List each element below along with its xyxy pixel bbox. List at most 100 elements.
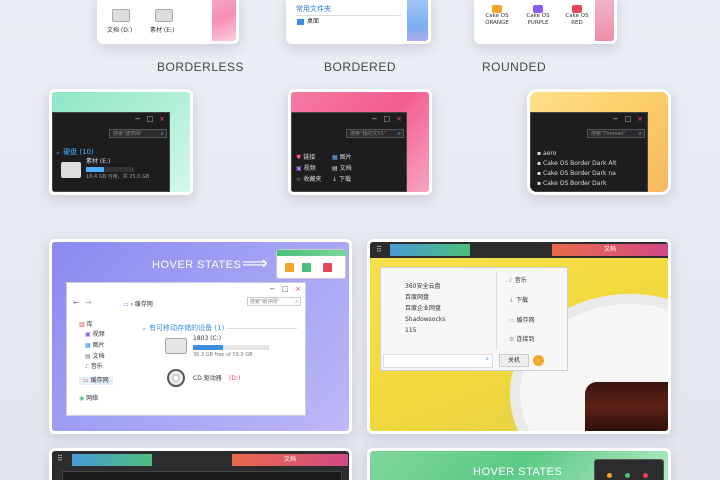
theme-badge-orange[interactable]: Cake OS ORANGE (481, 3, 513, 35)
minimize-hover-icon[interactable] (285, 263, 294, 272)
cake-slice (585, 382, 668, 431)
close-icon[interactable]: × (295, 285, 301, 293)
nav-label: 库 (86, 321, 93, 328)
drive-usage-bar (86, 167, 134, 172)
grid-icon[interactable]: ⠿ (57, 454, 63, 463)
drive-name[interactable]: CD 驱动器 (193, 375, 222, 383)
inner-window (62, 471, 342, 480)
close-icon[interactable]: × (396, 115, 402, 123)
minimize-icon[interactable]: − (135, 115, 141, 123)
close-icon[interactable]: × (637, 115, 643, 123)
minimize-icon[interactable]: − (269, 285, 275, 293)
library-icon: ▥ (79, 321, 85, 328)
file-item[interactable]: ▪ Cake OS Border Dark Alt (537, 160, 616, 168)
drive-name[interactable]: 素材 (E:) (86, 158, 110, 166)
minimize-hover-icon[interactable] (607, 473, 612, 478)
action-label: 连接到 (516, 336, 535, 343)
action-label: 缓存网 (516, 317, 535, 324)
close-hover-icon[interactable] (323, 263, 332, 272)
titlebar: − □ × (531, 113, 647, 124)
action-item[interactable]: ♪ 音乐 (509, 277, 527, 285)
panel-divider (496, 272, 497, 350)
drive-name[interactable]: 1803 (C:) (193, 335, 221, 343)
tray-list-item[interactable]: Shadowsocks (405, 316, 445, 324)
titlebar: − □ × (292, 113, 406, 124)
file-item[interactable]: ▪ Cake OS Border Dark na (537, 170, 616, 178)
shutdown-button[interactable]: 关机 (499, 354, 529, 367)
search-icon: ⌕ (160, 130, 164, 137)
search-input[interactable]: 搜索"我的文55" ⌕ (346, 129, 404, 138)
minimize-icon[interactable]: − (372, 115, 378, 123)
grid-icon[interactable]: ⠿ (376, 245, 382, 254)
nav-item[interactable]: ♥ 链接 (296, 154, 315, 162)
forward-icon[interactable]: → (85, 298, 92, 307)
nav-item[interactable]: ◉ 网络 (79, 395, 98, 403)
close-icon[interactable]: × (159, 115, 165, 123)
music-icon: ♪ (509, 277, 513, 284)
theme-badge-red[interactable]: Cake OS RED (561, 3, 593, 35)
maximize-icon[interactable]: □ (282, 285, 289, 293)
hover-buttons-preview (276, 249, 347, 279)
tray-list-item[interactable]: 百度网盘 (405, 294, 429, 302)
action-item[interactable]: ↓ 下载 (509, 297, 528, 305)
tray-popup: 360安全云盘 百度网盘 百度企业网盘 Shadowsocks 115 ♪ 音乐… (380, 267, 568, 371)
file-item[interactable]: ▪ Cake OS Border Dark (537, 180, 606, 188)
titlebar: − □ × (53, 113, 169, 124)
tray-list-item[interactable]: 115 (405, 327, 416, 335)
search-text: 搜索"Themes" (591, 131, 626, 137)
nav-item[interactable]: ▥ 库 (79, 321, 93, 329)
folder-link[interactable]: 常用文件夹 (296, 5, 331, 13)
nav-label: 文档 (339, 165, 352, 172)
cd-drive-icon (167, 369, 185, 387)
nav-label: 缓存网 (90, 377, 109, 384)
nav-item[interactable]: ↓ 下载 (332, 176, 351, 184)
desktop-item[interactable]: 桌面 (307, 18, 319, 26)
maximize-icon[interactable]: □ (147, 115, 154, 123)
power-options-icon[interactable]: › (533, 355, 544, 366)
file-icon: ▪ (537, 160, 542, 167)
action-item[interactable]: ▭ 缓存网 (509, 317, 535, 325)
maximize-hover-icon[interactable] (302, 263, 311, 272)
search-input[interactable]: 搜索"建筑网" ⌕ (109, 129, 167, 138)
back-icon[interactable]: ← (73, 298, 80, 307)
section-header[interactable]: ⌄ 硬盘 (10) (55, 147, 94, 157)
close-hover-icon[interactable] (643, 473, 648, 478)
taskbar-tab[interactable]: 文档 (232, 454, 348, 466)
minimize-icon[interactable]: − (613, 115, 619, 123)
maximize-icon[interactable]: □ (384, 115, 391, 123)
action-item[interactable]: ⚙ 连接到 (509, 336, 534, 344)
section-header[interactable]: ⌄ 有可移动存储的设备 (1) (141, 323, 224, 333)
nav-item[interactable]: ▦ 图片 (85, 342, 105, 350)
tray-list-item[interactable]: 360安全云盘 (405, 283, 440, 291)
action-label: 下载 (515, 297, 528, 304)
nav-label: 视频 (92, 331, 105, 338)
file-name: Cake OS Border Dark (543, 180, 607, 187)
taskbar-tab[interactable]: 文档 (552, 244, 668, 256)
search-text: 搜索"我的文55" (350, 131, 386, 137)
nav-label: 网络 (86, 395, 99, 402)
tray-list-item[interactable]: 百度企业网盘 (405, 305, 441, 313)
drive-letter: (D:) (229, 375, 241, 382)
video-icon: ▣ (85, 331, 91, 338)
search-input[interactable]: 搜索"缓存网" ⌕ (247, 297, 301, 306)
breadcrumb[interactable]: ▭ › 缓存网 (123, 299, 153, 308)
maximize-icon[interactable]: □ (625, 115, 632, 123)
maximize-hover-icon[interactable] (625, 473, 630, 478)
search-input[interactable]: 搜索"Themes" ⌕ (587, 129, 645, 138)
nav-item[interactable]: ▦ 图片 (332, 154, 352, 162)
search-input[interactable]: ⌕ (383, 354, 493, 368)
star-icon: ☆ (296, 176, 302, 183)
nav-item[interactable]: ▣ 视频 (85, 331, 105, 339)
nav-item[interactable]: ▤ 文档 (332, 165, 352, 173)
taskbar-tab-active[interactable] (72, 454, 152, 466)
nav-item[interactable]: ♪ 音乐 (85, 363, 103, 371)
nav-item[interactable]: ☆ 收藏夹 (296, 176, 321, 184)
file-name: Cake OS Border Dark Alt (543, 160, 617, 167)
theme-badge-purple[interactable]: Cake OS PURPLE (521, 3, 555, 35)
file-item[interactable]: ▪ aero (537, 150, 556, 158)
nav-item[interactable]: ▤ 文档 (85, 353, 105, 361)
taskbar-tab-active[interactable] (390, 244, 470, 256)
chevron-down-icon: ⌄ (55, 148, 61, 156)
nav-item-selected[interactable]: ▭ 缓存网 (79, 377, 113, 385)
nav-item[interactable]: ▣ 视频 (296, 165, 316, 173)
